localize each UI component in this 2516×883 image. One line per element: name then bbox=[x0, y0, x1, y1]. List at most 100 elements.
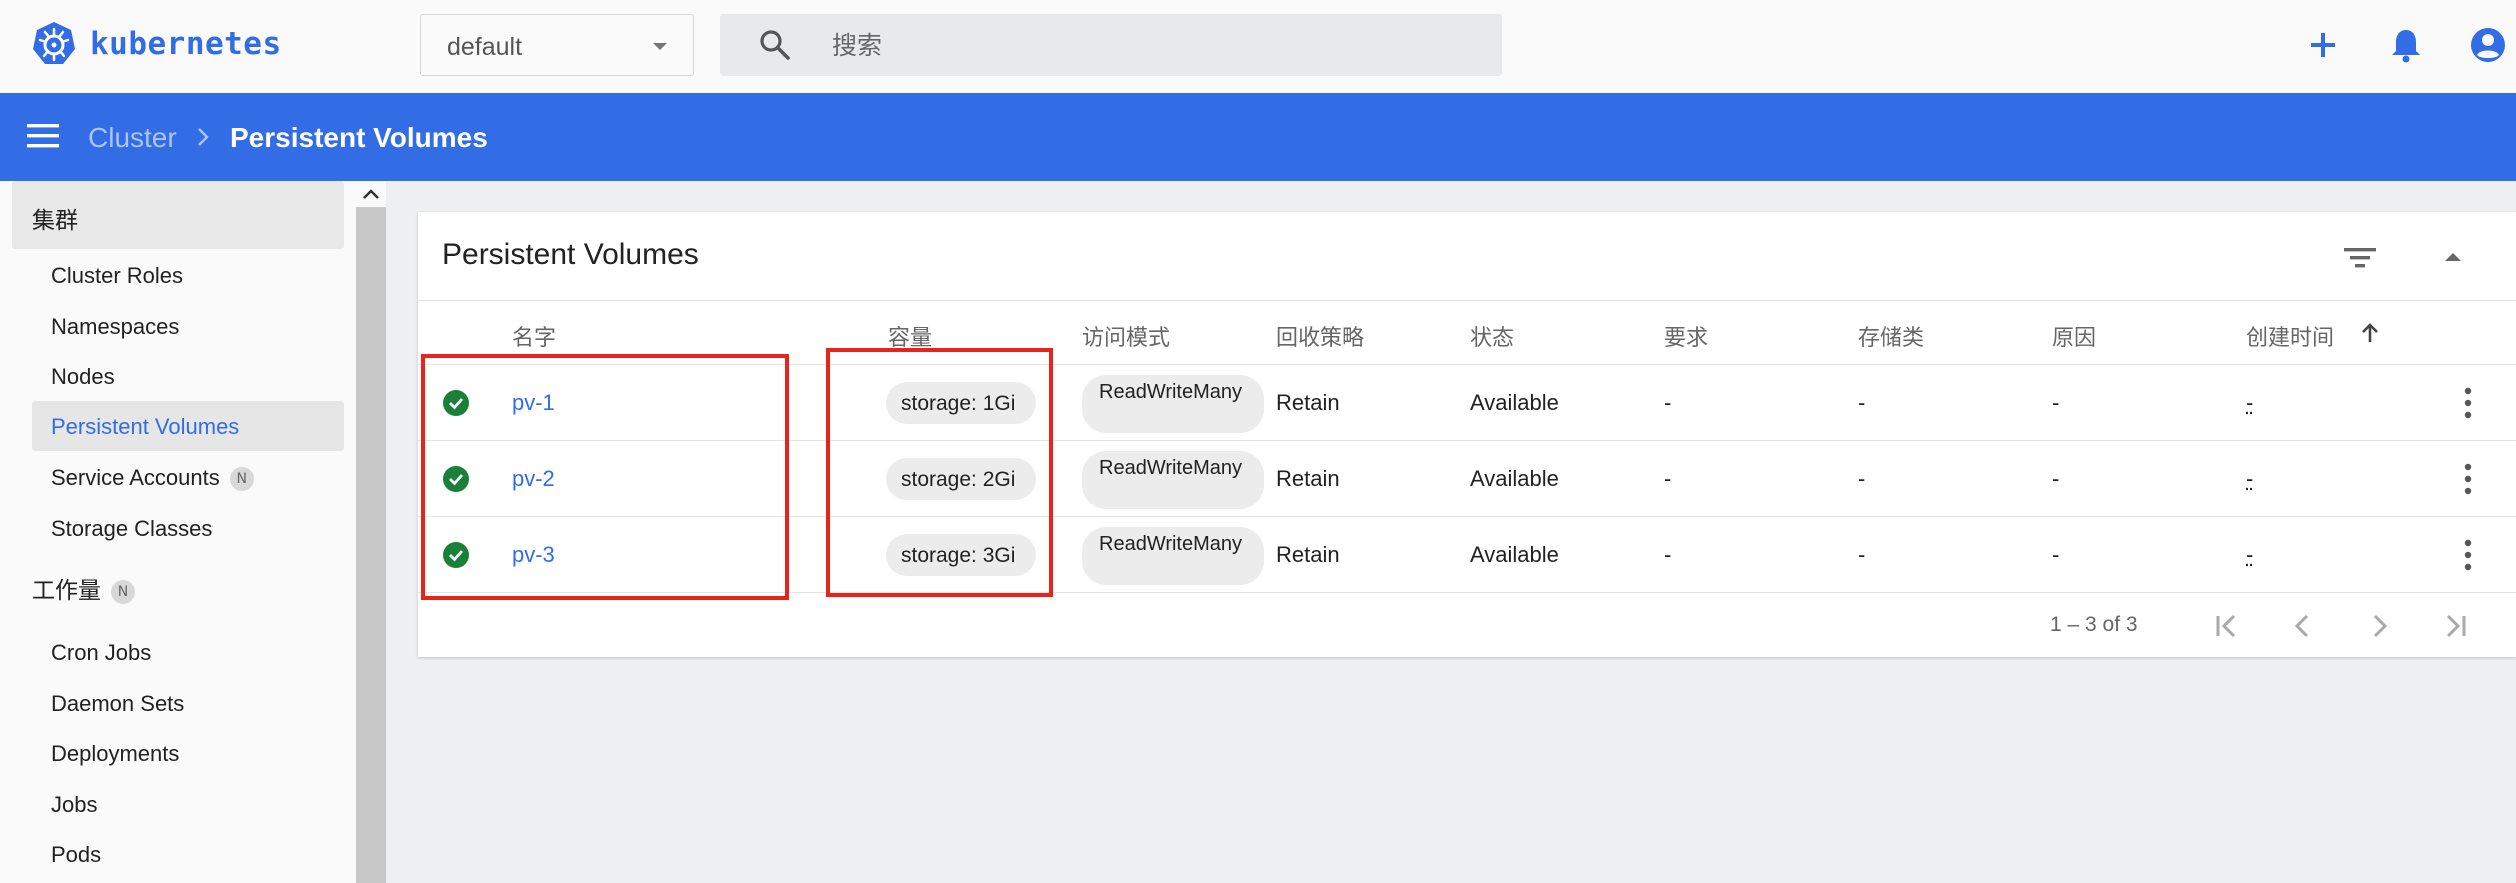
storage-class-cell: - bbox=[1858, 390, 1866, 415]
bell-icon[interactable] bbox=[2385, 24, 2427, 66]
first-page-icon[interactable] bbox=[2210, 609, 2244, 643]
access-mode-value: ReadWriteMany bbox=[1099, 381, 1243, 403]
sidebar-item-label: Cluster Roles bbox=[51, 263, 184, 288]
column-header-storage-class[interactable]: 存储类 bbox=[1858, 320, 1924, 352]
more-vert-icon[interactable] bbox=[2462, 537, 2474, 573]
sidebar-item-pods[interactable]: Pods bbox=[32, 829, 344, 879]
last-page-icon[interactable] bbox=[2438, 609, 2472, 643]
sidebar-item-namespaces[interactable]: Namespaces bbox=[32, 301, 344, 351]
sidebar-item-label: Deployments bbox=[51, 741, 180, 766]
sort-ascending-icon[interactable] bbox=[2358, 320, 2382, 346]
column-header-claim[interactable]: 要求 bbox=[1664, 320, 1708, 352]
access-mode-chip: ReadWriteMany bbox=[1082, 451, 1264, 509]
namespace-value: default bbox=[447, 33, 523, 61]
sidebar-item-label: Nodes bbox=[51, 364, 115, 389]
chevron-right-icon bbox=[198, 128, 209, 146]
namespaced-badge: N bbox=[111, 580, 135, 604]
sidebar-item-label: Storage Classes bbox=[51, 516, 213, 541]
search-box[interactable] bbox=[720, 14, 1502, 76]
claim-cell: - bbox=[1664, 542, 1672, 567]
sidebar-group-workloads[interactable]: 工作量 N bbox=[12, 551, 344, 619]
status-cell: Available bbox=[1470, 542, 1559, 567]
access-mode-chip: ReadWriteMany bbox=[1082, 375, 1264, 433]
dropdown-caret-icon bbox=[653, 43, 667, 50]
sidebar-item-cron-jobs[interactable]: Cron Jobs bbox=[32, 627, 344, 677]
storage-class-cell: - bbox=[1858, 466, 1866, 491]
sidebar-item-label: Namespaces bbox=[51, 314, 180, 339]
sidebar-item-label: Cron Jobs bbox=[51, 640, 152, 665]
next-page-icon[interactable] bbox=[2362, 609, 2396, 643]
brand-logo[interactable]: kubernetes bbox=[30, 20, 282, 68]
sidebar-item-storage-classes[interactable]: Storage Classes bbox=[32, 503, 344, 553]
sidebar-item-label: Jobs bbox=[51, 792, 98, 817]
scroll-up-button[interactable] bbox=[356, 181, 386, 207]
kubernetes-logo-icon bbox=[33, 22, 75, 64]
sidebar-group-label: 工作量 bbox=[32, 578, 101, 604]
column-header-created[interactable]: 创建时间 bbox=[2246, 320, 2334, 352]
collapse-icon[interactable] bbox=[2438, 244, 2468, 270]
status-cell: Available bbox=[1470, 390, 1559, 415]
namespace-select[interactable]: default bbox=[420, 14, 694, 76]
access-mode-value: ReadWriteMany bbox=[1099, 533, 1243, 555]
sidebar-nav: 集群 Cluster Roles Namespaces Nodes Persis… bbox=[0, 181, 356, 883]
sidebar-scrollbar[interactable] bbox=[356, 181, 386, 883]
sidebar-item-label: Service Accounts bbox=[51, 465, 220, 490]
search-input[interactable] bbox=[832, 28, 1452, 62]
breadcrumb-bar: Cluster Persistent Volumes bbox=[0, 93, 2516, 181]
created-cell: - bbox=[2246, 390, 2254, 415]
page-title: Persistent Volumes bbox=[230, 122, 488, 153]
reason-cell: - bbox=[2052, 542, 2060, 567]
sidebar-item-persistent-volumes[interactable]: Persistent Volumes bbox=[32, 401, 344, 451]
chevron-up-icon bbox=[363, 189, 379, 199]
brand-name: kubernetes bbox=[90, 26, 282, 62]
reclaim-policy-cell: Retain bbox=[1276, 466, 1340, 491]
sidebar-item-deployments[interactable]: Deployments bbox=[32, 728, 344, 778]
sidebar-item-jobs[interactable]: Jobs bbox=[32, 779, 344, 829]
namespaced-badge: N bbox=[229, 467, 254, 491]
reason-cell: - bbox=[2052, 466, 2060, 491]
access-mode-value: ReadWriteMany bbox=[1099, 457, 1243, 479]
column-header-status[interactable]: 状态 bbox=[1470, 320, 1514, 352]
reclaim-policy-cell: Retain bbox=[1276, 542, 1340, 567]
pagination-bar: 1 – 3 of 3 bbox=[418, 592, 2516, 657]
more-vert-icon[interactable] bbox=[2462, 385, 2474, 421]
plus-icon[interactable] bbox=[2302, 24, 2344, 66]
breadcrumb-cluster-link[interactable]: Cluster bbox=[88, 122, 177, 154]
access-mode-chip: ReadWriteMany bbox=[1082, 527, 1264, 585]
previous-page-icon[interactable] bbox=[2286, 609, 2320, 643]
sidebar-item-label-wrap: Service Accounts N bbox=[51, 465, 254, 491]
sidebar-group-cluster[interactable]: 集群 bbox=[12, 181, 344, 249]
filter-icon[interactable] bbox=[2340, 240, 2380, 276]
sidebar-item-nodes[interactable]: Nodes bbox=[32, 351, 344, 401]
sidebar-item-service-accounts[interactable]: Service Accounts N bbox=[32, 452, 344, 502]
annotation-box-name-column bbox=[421, 354, 789, 600]
annotation-box-capacity-column bbox=[826, 348, 1053, 597]
sidebar-item-label: Daemon Sets bbox=[51, 691, 185, 716]
column-header-access-modes[interactable]: 访问模式 bbox=[1082, 320, 1170, 352]
claim-cell: - bbox=[1664, 466, 1672, 491]
sidebar-item-daemon-sets[interactable]: Daemon Sets bbox=[32, 678, 344, 728]
search-icon bbox=[760, 30, 790, 60]
created-cell: - bbox=[2246, 542, 2254, 567]
account-icon[interactable] bbox=[2467, 24, 2509, 66]
divider bbox=[418, 300, 2516, 301]
reason-cell: - bbox=[2052, 390, 2060, 415]
sidebar-group-label-wrap: 工作量 N bbox=[32, 571, 135, 605]
top-bar: kubernetes default bbox=[0, 0, 2516, 93]
column-header-reclaim-policy[interactable]: 回收策略 bbox=[1276, 320, 1364, 352]
storage-class-cell: - bbox=[1858, 542, 1866, 567]
sidebar-item-cluster-roles[interactable]: Cluster Roles bbox=[32, 250, 344, 300]
claim-cell: - bbox=[1664, 390, 1672, 415]
pagination-range: 1 – 3 of 3 bbox=[2050, 613, 2138, 636]
column-header-reason[interactable]: 原因 bbox=[2052, 320, 2096, 352]
sidebar-group-label: 集群 bbox=[32, 208, 78, 234]
sidebar-item-label: Persistent Volumes bbox=[51, 414, 240, 439]
column-header-name[interactable]: 名字 bbox=[512, 320, 556, 352]
status-cell: Available bbox=[1470, 466, 1559, 491]
created-cell: - bbox=[2246, 466, 2254, 491]
sidebar-item-label: Pods bbox=[51, 842, 102, 867]
reclaim-policy-cell: Retain bbox=[1276, 390, 1340, 415]
menu-icon[interactable] bbox=[27, 121, 61, 151]
more-vert-icon[interactable] bbox=[2462, 461, 2474, 497]
card-title: Persistent Volumes bbox=[442, 238, 699, 271]
